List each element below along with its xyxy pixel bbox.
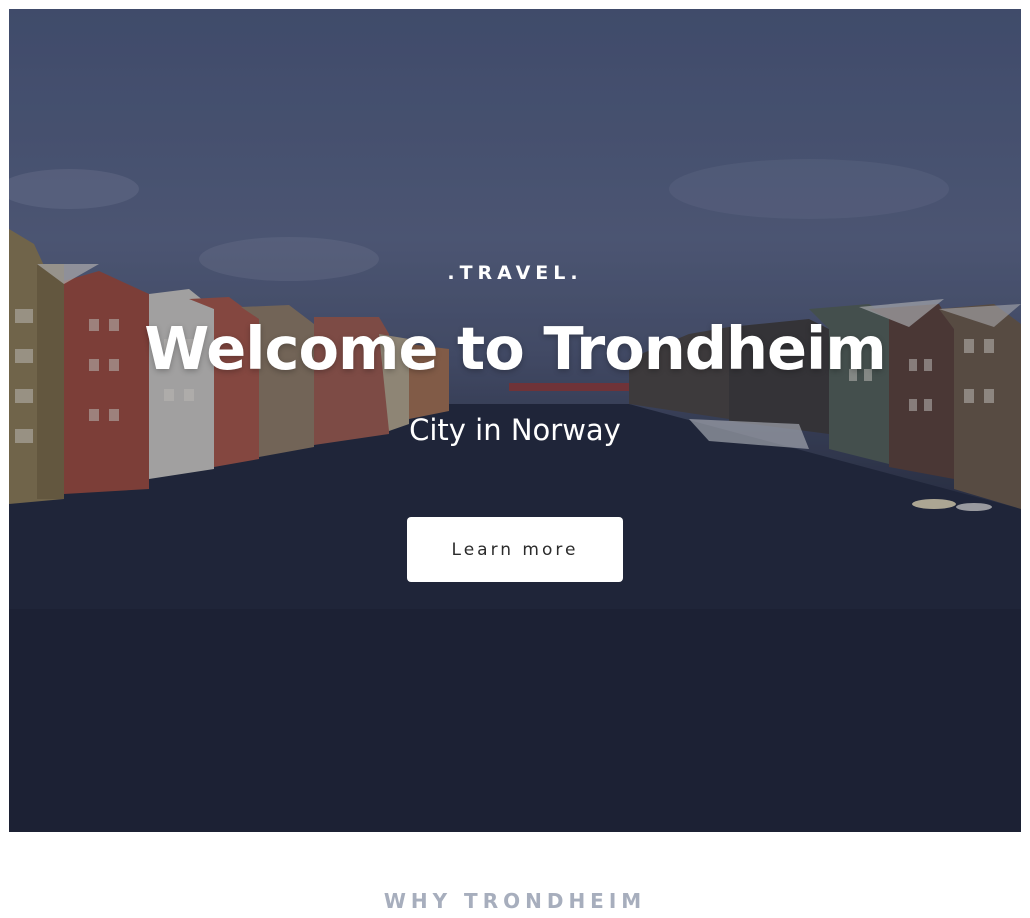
hero-content: .TRAVEL. Welcome to Trondheim City in No…: [9, 9, 1021, 832]
hero-eyebrow: .TRAVEL.: [447, 262, 583, 284]
hero-section: .TRAVEL. Welcome to Trondheim City in No…: [9, 9, 1021, 832]
learn-more-button[interactable]: Learn more: [407, 517, 623, 582]
hero-title: Welcome to Trondheim: [144, 314, 886, 383]
hero-subtitle: City in Norway: [409, 413, 621, 447]
section-heading: WHY TRONDHEIM: [383, 889, 647, 913]
